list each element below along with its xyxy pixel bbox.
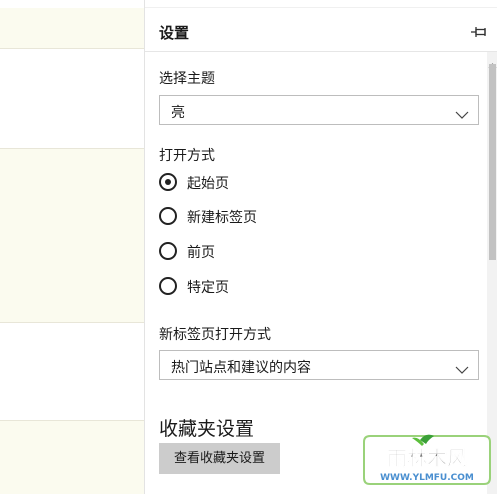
radio-label: 前页 [187, 245, 215, 261]
radio-dot [165, 179, 171, 185]
radio-option-specific-page[interactable]: 特定页 [159, 277, 419, 297]
radio-option-previous-pages[interactable]: 前页 [159, 242, 419, 262]
radio-button[interactable] [159, 242, 177, 260]
chevron-down-icon [455, 360, 469, 374]
theme-select-value: 亮 [171, 105, 185, 121]
favorites-heading: 收藏夹设置 [159, 418, 255, 440]
panel-title: 设置 [159, 24, 190, 42]
svg-text:雨林木风: 雨林木风 [387, 446, 467, 470]
radio-label: 特定页 [187, 280, 229, 296]
divider [0, 48, 144, 49]
radio-button[interactable] [159, 277, 177, 295]
watermark-logo: 雨林木风 WWW.YLMFU.COM [360, 430, 494, 490]
new-tab-label: 新标签页打开方式 [159, 327, 271, 343]
new-tab-select-value: 热门站点和建议的内容 [171, 360, 311, 376]
theme-label: 选择主题 [159, 71, 215, 87]
open-with-label: 打开方式 [159, 148, 215, 164]
radio-option-new-tab[interactable]: 新建标签页 [159, 207, 419, 227]
page-block [0, 421, 144, 494]
panel-top-edge [145, 0, 497, 8]
page-block [0, 8, 144, 48]
view-favorites-settings-button[interactable]: 查看收藏夹设置 [159, 443, 280, 474]
svg-text:WWW.YLMFU.COM: WWW.YLMFU.COM [380, 473, 474, 483]
pin-icon[interactable] [470, 24, 488, 38]
chevron-down-icon [455, 105, 469, 119]
settings-panel: 设置 选择主题 亮 打开方式 起始页 新建标签页 前页 特定页 新标签页打开方式… [144, 0, 497, 494]
radio-button[interactable] [159, 207, 177, 225]
radio-label: 起始页 [187, 176, 229, 192]
divider [0, 322, 144, 323]
panel-header: 设置 [145, 8, 497, 52]
scrollbar-thumb[interactable] [489, 64, 496, 260]
radio-label: 新建标签页 [187, 210, 257, 226]
screen: 设置 选择主题 亮 打开方式 起始页 新建标签页 前页 特定页 新标签页打开方式… [0, 0, 497, 494]
page-content-area [0, 0, 144, 494]
radio-button-selected[interactable] [159, 173, 177, 191]
page-block [0, 149, 144, 322]
radio-option-start-page[interactable]: 起始页 [159, 173, 419, 193]
new-tab-select[interactable]: 热门站点和建议的内容 [159, 350, 479, 380]
scroll-up-arrow-icon[interactable] [487, 55, 497, 69]
scrollbar[interactable] [487, 52, 497, 494]
theme-select[interactable]: 亮 [159, 95, 479, 125]
